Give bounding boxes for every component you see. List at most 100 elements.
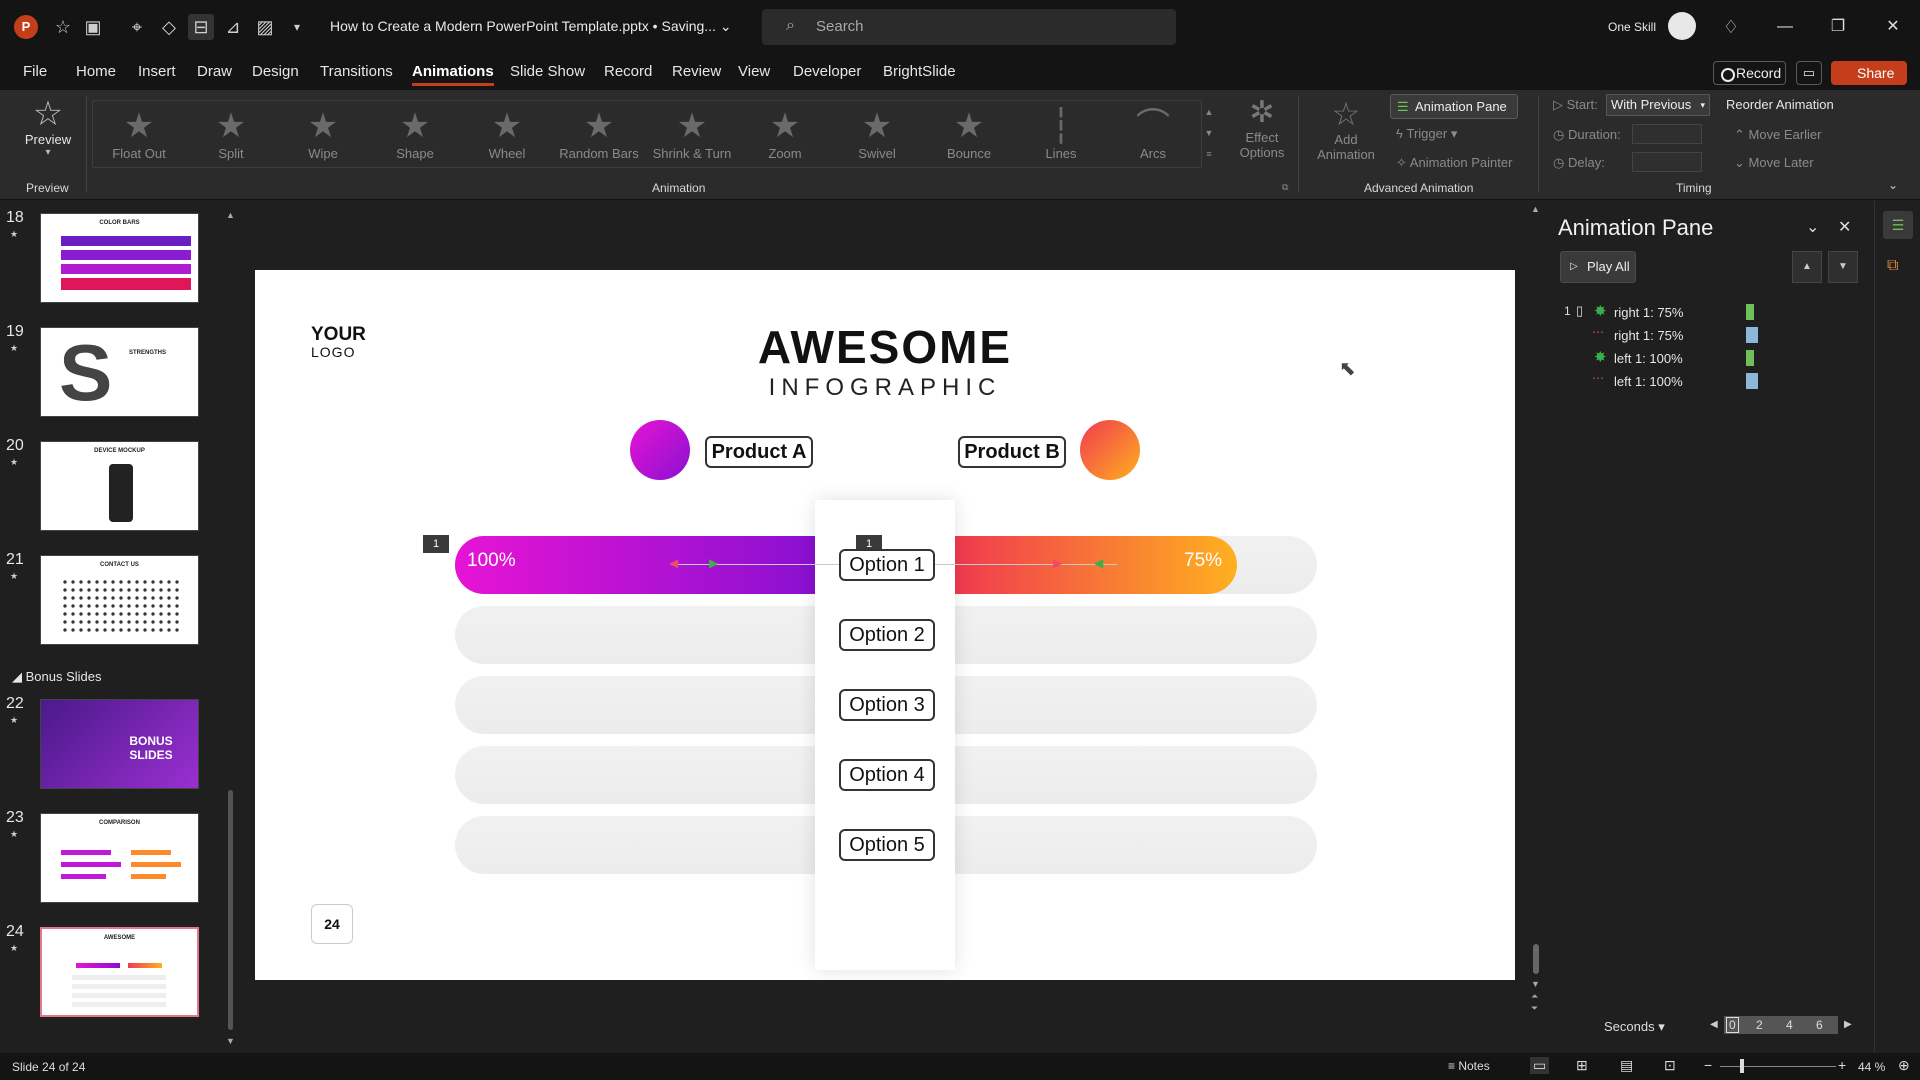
close-window-button[interactable]: ✕ xyxy=(1878,14,1908,40)
slide-sorter-icon[interactable]: ⊞ xyxy=(1576,1057,1588,1074)
tab-home[interactable]: Home xyxy=(76,63,116,80)
document-title[interactable]: How to Create a Modern PowerPoint Templa… xyxy=(330,18,732,35)
share-button[interactable]: Share xyxy=(1831,61,1907,85)
slide-thumbnail-20[interactable]: DEVICE MOCKUP xyxy=(40,441,199,531)
move-up-button[interactable]: ▲ xyxy=(1792,251,1822,283)
option-label-3[interactable]: Option 3 xyxy=(839,689,935,721)
tab-review[interactable]: Review xyxy=(672,63,721,80)
motion-end-marker-icon[interactable]: ◀ xyxy=(669,556,678,570)
animation-shape[interactable]: ★ Shape xyxy=(373,108,457,178)
search-input[interactable]: ⌕ Search xyxy=(762,9,1176,45)
close-pane-icon[interactable]: ✕ xyxy=(1838,217,1851,237)
save-icon[interactable]: ▣ xyxy=(80,14,106,40)
tab-transitions[interactable]: Transitions xyxy=(320,63,393,80)
slide-thumbnail-22[interactable]: BONUS SLIDES xyxy=(40,699,199,789)
scroll-up-icon[interactable]: ▲ xyxy=(1531,204,1540,214)
add-animation-button[interactable]: ☆ Add Animation xyxy=(1304,96,1388,176)
designer-icon[interactable]: ⧉ xyxy=(1887,257,1898,275)
restore-button[interactable]: ❐ xyxy=(1823,14,1853,40)
scroll-down-icon[interactable]: ▼ xyxy=(226,1036,235,1046)
animation-arcs[interactable]: ⌒ Arcs xyxy=(1111,108,1195,178)
animation-split[interactable]: ★ Split xyxy=(189,108,273,178)
product-a-label[interactable]: Product A xyxy=(705,436,813,468)
option-label-1[interactable]: Option 1 xyxy=(839,549,935,581)
tab-view[interactable]: View xyxy=(738,63,770,80)
animation-wheel[interactable]: ★ Wheel xyxy=(465,108,549,178)
crop-icon[interactable]: ⊿ xyxy=(220,14,246,40)
avatar[interactable] xyxy=(1668,12,1696,40)
tab-brightslide[interactable]: BrightSlide xyxy=(883,63,956,80)
slide-canvas[interactable]: YOUR LOGO AWESOME INFOGRAPHIC Product A … xyxy=(255,270,1515,980)
option-label-2[interactable]: Option 2 xyxy=(839,619,935,651)
comments-button[interactable]: ▭ xyxy=(1796,61,1822,85)
right-value-label[interactable]: 75% xyxy=(1184,550,1222,572)
slide-thumbnail-24[interactable]: AWESOME xyxy=(40,927,199,1017)
animation-wipe[interactable]: ★ Wipe xyxy=(281,108,365,178)
user-name[interactable]: One Skill xyxy=(1608,20,1656,34)
animation-item[interactable]: ✸ left 1: 100% xyxy=(1558,347,1848,369)
tab-design[interactable]: Design xyxy=(252,63,299,80)
scroll-thumb[interactable] xyxy=(228,790,233,1030)
slide-thumbnail-21[interactable]: CONTACT US xyxy=(40,555,199,645)
delay-input[interactable] xyxy=(1632,152,1702,172)
page-nav-icons[interactable]: ▼ ⏶ ⏷ xyxy=(1531,978,1540,1014)
animation-zoom[interactable]: ★ Zoom xyxy=(743,108,827,178)
zoom-slider-thumb[interactable] xyxy=(1740,1059,1744,1073)
minimize-button[interactable]: — xyxy=(1770,14,1800,40)
slide-thumbnail-18[interactable]: COLOR BARS xyxy=(40,213,199,303)
timeline-ruler[interactable]: 0 2 4 6 xyxy=(1724,1016,1838,1034)
slideshow-icon[interactable]: ⊡ xyxy=(1664,1057,1676,1074)
start-select[interactable]: With Previous ▾ xyxy=(1606,94,1710,116)
zoom-level[interactable]: 44 % xyxy=(1858,1060,1885,1074)
preview-button[interactable]: ☆ Preview ▾ xyxy=(20,96,76,176)
trigger-button[interactable]: ϟ Trigger ▾ xyxy=(1396,126,1457,142)
product-a-circle[interactable] xyxy=(630,420,690,480)
reading-view-icon[interactable]: ▤ xyxy=(1620,1057,1633,1074)
animation-lines[interactable]: ┆ Lines xyxy=(1019,108,1103,178)
zoom-in-icon[interactable]: + xyxy=(1838,1057,1846,1073)
left-value-label[interactable]: 100% xyxy=(467,550,516,572)
editor-scrollbar[interactable]: ▲ ▼ ⏶ ⏷ xyxy=(1531,204,1541,1030)
tab-insert[interactable]: Insert xyxy=(138,63,176,80)
tab-file[interactable]: File xyxy=(23,63,47,80)
slide-title[interactable]: AWESOME xyxy=(255,320,1515,374)
notes-button[interactable]: ≡ Notes xyxy=(1448,1059,1490,1073)
shapes-icon[interactable]: ◇ xyxy=(156,14,182,40)
lightbulb-icon[interactable]: ♢ xyxy=(1718,14,1744,40)
timeline-left-icon[interactable]: ◀ xyxy=(1710,1019,1718,1030)
animation-pane-toggle-icon[interactable]: ☰ xyxy=(1883,211,1913,239)
align-icon[interactable]: ⊟ xyxy=(188,14,214,40)
motion-start-marker-icon[interactable]: ▶ xyxy=(709,556,718,570)
animation-float-out[interactable]: ★ Float Out xyxy=(97,108,181,178)
animation-item[interactable]: 1 ▯ ✸ right 1: 75% xyxy=(1558,301,1848,323)
option-label-5[interactable]: Option 5 xyxy=(839,829,935,861)
tab-draw[interactable]: Draw xyxy=(197,63,232,80)
animation-shrink-turn[interactable]: ★ Shrink & Turn xyxy=(650,108,734,178)
product-b-circle[interactable] xyxy=(1080,420,1140,480)
picture-icon[interactable]: ▨ xyxy=(252,14,278,40)
motion-start-marker-icon[interactable]: ◀ xyxy=(1094,556,1103,570)
scroll-up-icon[interactable]: ▲ xyxy=(226,210,235,220)
normal-view-icon[interactable]: ▭ xyxy=(1530,1057,1550,1074)
crosshair-icon[interactable]: ⌖ xyxy=(124,14,150,40)
customize-toolbar-icon[interactable]: ▾ xyxy=(284,14,310,40)
record-button[interactable]: Record xyxy=(1713,61,1786,85)
product-b-label[interactable]: Product B xyxy=(958,436,1066,468)
motion-end-marker-icon[interactable]: ▶ xyxy=(1053,556,1062,570)
animation-order-tag[interactable]: 1 xyxy=(423,535,449,553)
play-all-button[interactable]: ▷ Play All xyxy=(1560,251,1636,283)
animation-painter-button[interactable]: ✧ Animation Painter xyxy=(1396,155,1512,171)
move-earlier-button[interactable]: ⌃ Move Earlier xyxy=(1734,127,1821,143)
animation-pane-button[interactable]: ☰ Animation Pane xyxy=(1390,94,1518,119)
option-label-4[interactable]: Option 4 xyxy=(839,759,935,791)
pane-options-chevron-icon[interactable]: ⌄ xyxy=(1806,217,1819,237)
seconds-dropdown[interactable]: Seconds ▾ xyxy=(1604,1019,1665,1035)
gallery-scroll[interactable]: ▲ ▼ ≡ xyxy=(1202,102,1216,166)
scroll-thumb[interactable] xyxy=(1533,944,1539,974)
zoom-out-icon[interactable]: − xyxy=(1704,1057,1712,1073)
dialog-launcher-icon[interactable]: ⧉ xyxy=(1282,182,1288,193)
zoom-slider[interactable] xyxy=(1720,1066,1836,1067)
animation-item[interactable]: ⋯ right 1: 75% xyxy=(1558,324,1848,346)
animation-random-bars[interactable]: ★ Random Bars xyxy=(557,108,641,178)
animation-item[interactable]: ⋯ left 1: 100% xyxy=(1558,370,1848,392)
